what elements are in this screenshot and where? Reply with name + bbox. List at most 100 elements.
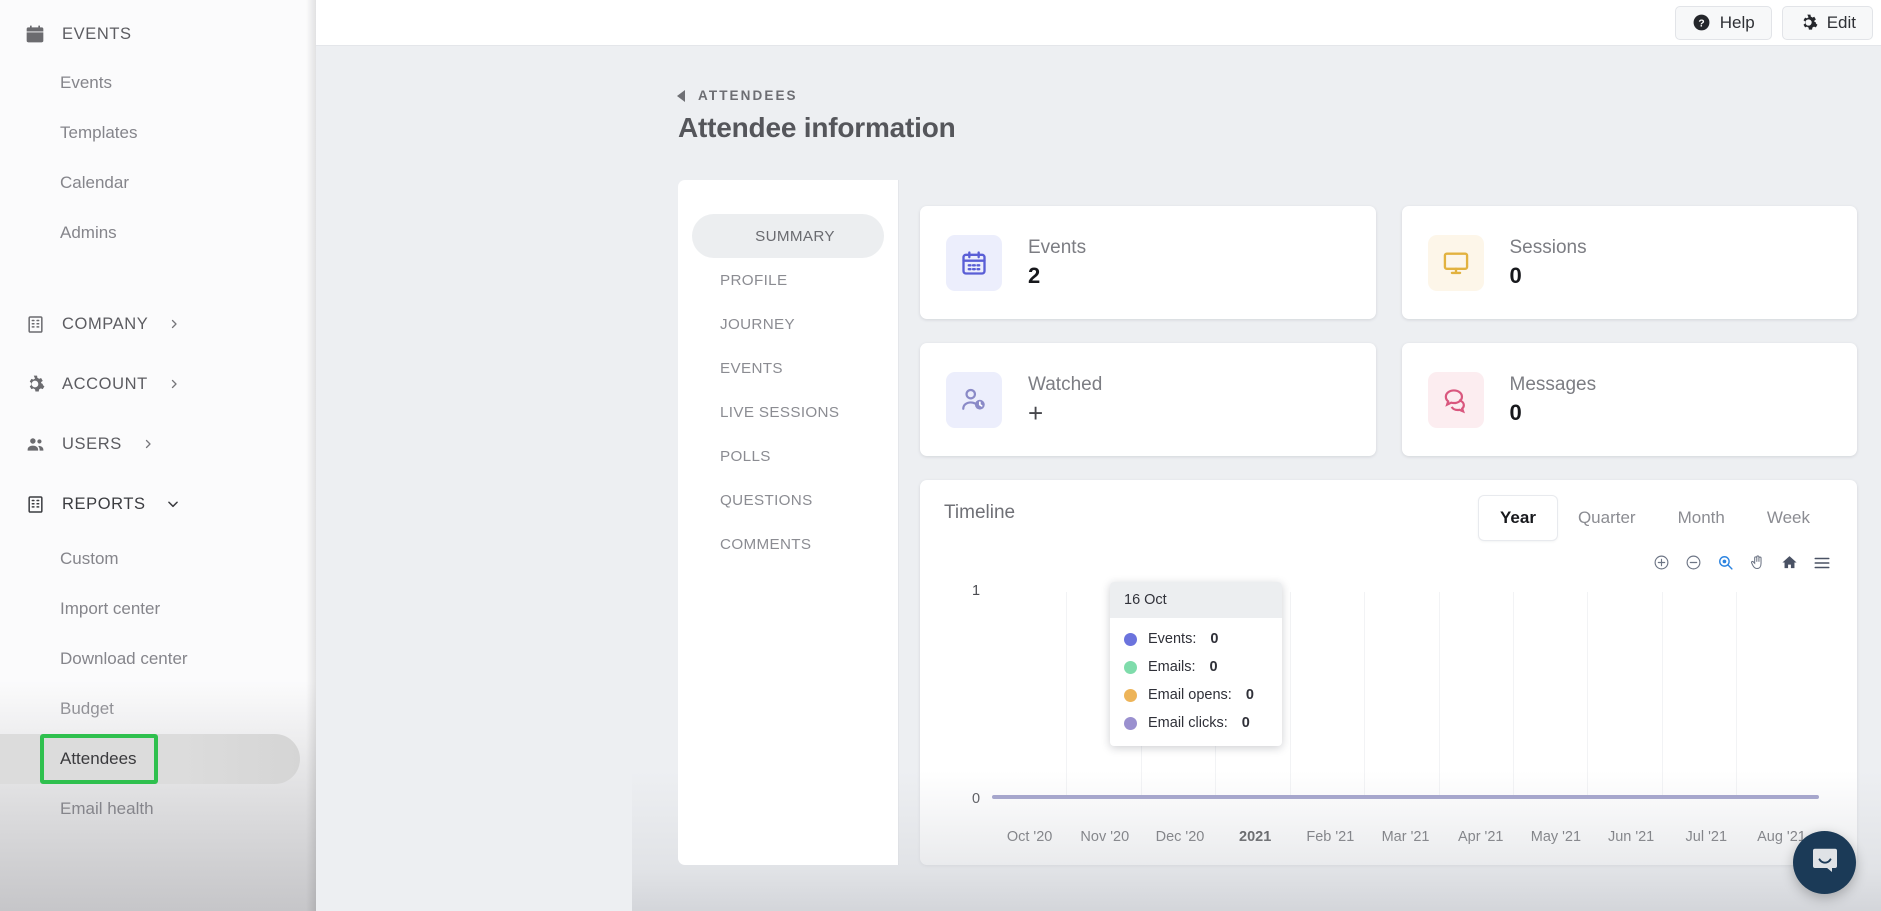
chevron-right-icon bbox=[168, 378, 180, 390]
zoom-in-icon[interactable] bbox=[1652, 553, 1671, 572]
stat-card-events[interactable]: Events 2 bbox=[920, 206, 1376, 319]
main-area: ? Help Edit ATTENDEES Attendee informati… bbox=[316, 0, 1881, 911]
period-tab-quarter[interactable]: Quarter bbox=[1557, 496, 1657, 540]
zoom-out-icon[interactable] bbox=[1684, 553, 1703, 572]
help-button[interactable]: ? Help bbox=[1674, 5, 1772, 40]
tooltip-row-value: 0 bbox=[1209, 659, 1218, 675]
selection-zoom-icon[interactable] bbox=[1716, 553, 1735, 572]
sidebar-item-email-health[interactable]: Email health bbox=[0, 784, 316, 834]
sidebar-item-import-center[interactable]: Import center bbox=[0, 584, 316, 634]
x-axis-tick: Mar '21 bbox=[1381, 829, 1430, 845]
panel-wrapper: SUMMARY PROFILE JOURNEY EVENTS LIVE SESS… bbox=[316, 144, 1881, 865]
sidebar-section-label: EVENTS bbox=[62, 24, 132, 43]
sidebar-section-account[interactable]: ACCOUNT bbox=[0, 364, 316, 404]
summary-board: Events 2 Sessions 0 Watched + Messages 0… bbox=[898, 180, 1881, 865]
x-axis: Oct '20 Nov '20 Dec '20 2021 Feb '21 Mar… bbox=[992, 829, 1819, 845]
sidebar-item-templates[interactable]: Templates bbox=[0, 108, 316, 158]
chat-icon bbox=[1427, 371, 1484, 428]
menu-icon[interactable] bbox=[1812, 553, 1831, 572]
stat-card-sessions[interactable]: Sessions 0 bbox=[1401, 206, 1857, 319]
stat-value: 2 bbox=[1028, 262, 1041, 288]
help-circle-icon: ? bbox=[1692, 13, 1711, 32]
sidebar-section-users[interactable]: USERS bbox=[0, 424, 316, 464]
x-axis-tick: May '21 bbox=[1530, 829, 1582, 845]
stat-card-grid: Events 2 Sessions 0 Watched + Messages 0 bbox=[920, 206, 1857, 456]
sidebar-item-download-center[interactable]: Download center bbox=[0, 634, 316, 684]
legend-dot-email-clicks bbox=[1124, 716, 1137, 730]
tooltip-row-email-clicks: Email clicks: 0 bbox=[1110, 709, 1282, 737]
stat-text-block: Sessions 0 bbox=[1510, 237, 1587, 289]
stat-card-watched[interactable]: Watched + bbox=[920, 343, 1376, 456]
sidebar-item-admins[interactable]: Admins bbox=[0, 208, 316, 258]
x-axis-tick: Apr '21 bbox=[1457, 829, 1504, 845]
y-axis-tick-1: 1 bbox=[972, 583, 981, 599]
sidebar-section-reports[interactable]: REPORTS bbox=[0, 484, 316, 524]
legend-dot-email-opens bbox=[1124, 688, 1137, 702]
stat-label: Events bbox=[1028, 236, 1087, 258]
breadcrumb-label: ATTENDEES bbox=[698, 88, 798, 103]
top-toolbar: ? Help Edit bbox=[316, 0, 1881, 46]
sidebar-edge-shadow bbox=[306, 0, 316, 911]
stat-text-block: Events 2 bbox=[1028, 237, 1086, 289]
stat-label: Messages bbox=[1509, 373, 1597, 395]
help-label: Help bbox=[1719, 12, 1755, 32]
x-axis-tick: Dec '20 bbox=[1155, 829, 1205, 845]
tooltip-row-label: Emails: bbox=[1148, 659, 1196, 675]
chevron-right-icon bbox=[168, 318, 180, 330]
period-tab-group: Year Quarter Month Week bbox=[1479, 496, 1831, 540]
chevron-right-icon bbox=[142, 438, 154, 450]
sidebar-item-events[interactable]: Events bbox=[0, 58, 316, 108]
tab-profile[interactable]: PROFILE bbox=[692, 258, 884, 302]
tab-polls[interactable]: POLLS bbox=[692, 434, 884, 478]
sidebar-item-budget[interactable]: Budget bbox=[0, 684, 316, 734]
sidebar-item-calendar[interactable]: Calendar bbox=[0, 158, 316, 208]
stat-card-messages[interactable]: Messages 0 bbox=[1401, 343, 1857, 456]
edit-button[interactable]: Edit bbox=[1781, 5, 1873, 40]
svg-text:?: ? bbox=[1698, 18, 1704, 29]
plot-area: 16 Oct Events: 0 Emails: 0 Email opens: … bbox=[992, 582, 1819, 799]
tab-comments[interactable]: COMMENTS bbox=[692, 522, 884, 566]
tab-questions[interactable]: QUESTIONS bbox=[692, 478, 884, 522]
sidebar-section-label: USERS bbox=[62, 434, 122, 453]
period-tab-week[interactable]: Week bbox=[1746, 496, 1831, 540]
sidebar-section-label: REPORTS bbox=[62, 494, 146, 513]
x-axis-tick: Jun '21 bbox=[1607, 829, 1655, 845]
tab-events[interactable]: EVENTS bbox=[692, 346, 884, 390]
chart-tooltip: 16 Oct Events: 0 Emails: 0 Email opens: … bbox=[1110, 582, 1282, 746]
edit-label: Edit bbox=[1826, 12, 1856, 32]
timeline-card: Timeline Year Quarter Month Week 1 0 16 … bbox=[920, 480, 1857, 865]
x-axis-tick: 2021 bbox=[1239, 829, 1272, 845]
tooltip-row-value: 0 bbox=[1245, 687, 1254, 703]
x-axis-tick: Oct '20 bbox=[1006, 829, 1053, 845]
tab-live-sessions[interactable]: LIVE SESSIONS bbox=[692, 390, 884, 434]
building-icon bbox=[22, 491, 48, 517]
gear-icon bbox=[22, 371, 48, 397]
breadcrumb[interactable]: ATTENDEES bbox=[316, 46, 1881, 103]
chevron-down-icon bbox=[166, 497, 180, 511]
sidebar-section-events[interactable]: EVENTS bbox=[0, 14, 316, 54]
series-line-zero bbox=[992, 795, 1819, 799]
tooltip-row-email-opens: Email opens: 0 bbox=[1110, 681, 1282, 709]
x-axis-tick: Jul '21 bbox=[1685, 829, 1728, 845]
home-reset-icon[interactable] bbox=[1780, 553, 1799, 572]
tab-journey[interactable]: JOURNEY bbox=[692, 302, 884, 346]
tab-summary[interactable]: SUMMARY bbox=[692, 214, 884, 258]
tooltip-date: 16 Oct bbox=[1110, 582, 1282, 618]
period-tab-month[interactable]: Month bbox=[1657, 496, 1746, 540]
tooltip-row-label: Email opens: bbox=[1148, 687, 1232, 703]
stat-label: Watched bbox=[1028, 373, 1103, 395]
x-axis-tick: Nov '20 bbox=[1080, 829, 1130, 845]
legend-dot-emails bbox=[1124, 660, 1137, 674]
tooltip-row-events: Events: 0 bbox=[1110, 625, 1282, 653]
watched-add-button[interactable]: + bbox=[1028, 400, 1102, 426]
gear-icon bbox=[1799, 13, 1818, 32]
sidebar-item-custom[interactable]: Custom bbox=[0, 534, 316, 584]
sidebar-section-company[interactable]: COMPANY bbox=[0, 304, 316, 344]
period-tab-year[interactable]: Year bbox=[1479, 496, 1557, 540]
back-arrow-icon[interactable] bbox=[677, 89, 685, 102]
chart-plot: 1 0 16 Oct Events: 0 Emails: 0 Email ope… bbox=[944, 582, 1831, 845]
intercom-chat-button[interactable] bbox=[1793, 831, 1856, 894]
tooltip-row-value: 0 bbox=[1241, 715, 1250, 731]
sidebar-item-attendees[interactable]: Attendees bbox=[0, 734, 300, 784]
pan-icon[interactable] bbox=[1748, 553, 1767, 572]
